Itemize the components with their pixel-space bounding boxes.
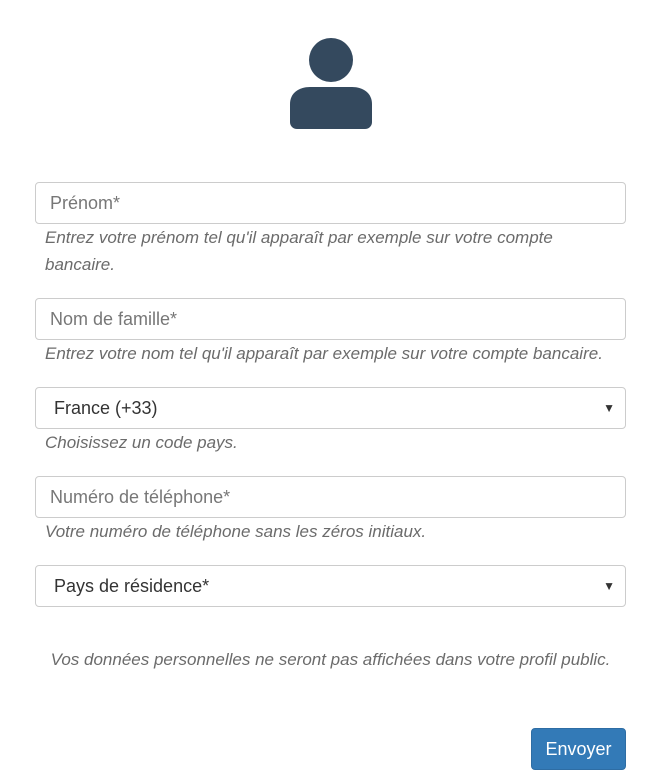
profile-form: Prénom* Entrez votre prénom tel qu'il ap…: [35, 182, 626, 607]
residence-select[interactable]: Pays de résidence* ▼: [35, 565, 626, 607]
caret-down-icon: ▼: [603, 579, 615, 593]
first-name-input[interactable]: Prénom*: [35, 182, 626, 224]
first-name-placeholder: Prénom*: [50, 192, 121, 213]
last-name-input[interactable]: Nom de famille*: [35, 298, 626, 340]
residence-value: Pays de résidence*: [54, 575, 210, 596]
phone-input[interactable]: Numéro de téléphone*: [35, 476, 626, 518]
country-code-help: Choisissez un code pays.: [45, 433, 238, 452]
last-name-help: Entrez votre nom tel qu'il apparaît par …: [45, 344, 603, 363]
country-code-select[interactable]: France (+33) ▼: [35, 387, 626, 429]
country-code-value: France (+33): [54, 397, 158, 418]
submit-button[interactable]: Envoyer: [531, 728, 626, 770]
phone-placeholder: Numéro de téléphone*: [50, 486, 231, 507]
caret-down-icon: ▼: [603, 401, 615, 415]
first-name-help: Entrez votre prénom tel qu'il apparaît p…: [45, 228, 553, 274]
last-name-placeholder: Nom de famille*: [50, 308, 178, 329]
user-icon: [290, 38, 372, 130]
phone-help: Votre numéro de téléphone sans les zéros…: [45, 522, 427, 541]
privacy-notice: Vos données personnelles ne seront pas a…: [35, 646, 626, 673]
privacy-notice-text: Vos données personnelles ne seront pas a…: [50, 650, 611, 669]
